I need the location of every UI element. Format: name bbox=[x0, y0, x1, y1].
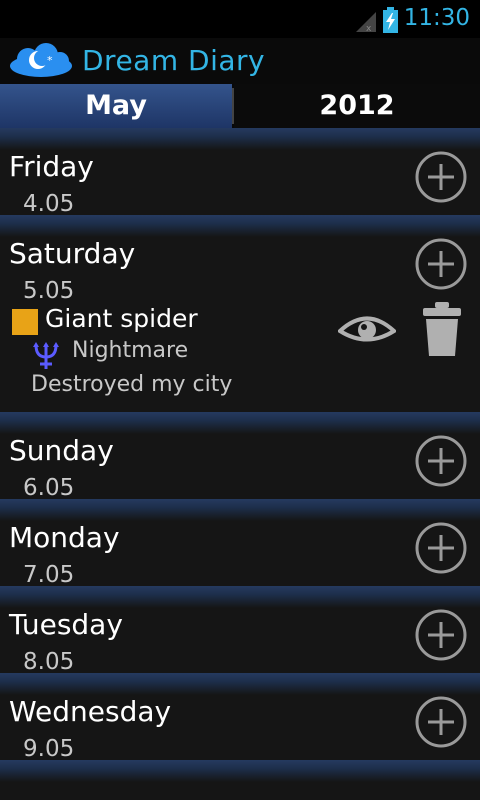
day-name: Tuesday bbox=[9, 608, 123, 641]
status-bar: x 11:30 bbox=[0, 0, 480, 38]
day-name: Friday bbox=[9, 150, 94, 183]
day-date: 4.05 bbox=[23, 191, 75, 217]
add-dream-button[interactable] bbox=[414, 237, 468, 291]
eye-icon[interactable] bbox=[338, 314, 396, 346]
add-dream-button[interactable] bbox=[414, 695, 468, 749]
divider bbox=[0, 586, 480, 608]
day-entry: Saturday 5.05 Giant spider Nightmare Des… bbox=[0, 237, 480, 412]
signal-icon: x bbox=[356, 12, 376, 32]
date-tabs: May 2012 bbox=[0, 84, 480, 129]
day-date: 9.05 bbox=[23, 736, 75, 762]
add-dream-button[interactable] bbox=[414, 521, 468, 575]
day-date: 8.05 bbox=[23, 649, 75, 675]
app-title: Dream Diary bbox=[82, 44, 266, 77]
day-name: Wednesday bbox=[9, 695, 172, 728]
status-time: 11:30 bbox=[403, 5, 470, 31]
tab-month[interactable]: May bbox=[0, 84, 232, 128]
add-dream-button[interactable] bbox=[414, 608, 468, 662]
divider bbox=[0, 760, 480, 782]
dream-item[interactable]: Giant spider Nightmare Destroyed my city bbox=[0, 302, 480, 412]
add-dream-button[interactable] bbox=[414, 150, 468, 204]
day-date: 6.05 bbox=[23, 475, 75, 501]
add-dream-button[interactable] bbox=[414, 434, 468, 488]
divider bbox=[0, 499, 480, 521]
battery-charging-icon bbox=[383, 7, 398, 33]
day-entry: Wednesday 9.05 bbox=[0, 695, 480, 762]
day-entry: Tuesday 8.05 bbox=[0, 608, 480, 675]
divider bbox=[0, 412, 480, 434]
dream-title: Giant spider bbox=[45, 304, 198, 333]
dream-category: Nightmare bbox=[72, 338, 189, 363]
day-name: Saturday bbox=[9, 237, 136, 270]
day-entry: Friday 4.05 bbox=[0, 150, 480, 217]
day-date: 5.05 bbox=[23, 278, 75, 304]
trash-icon[interactable] bbox=[421, 302, 463, 356]
trident-icon bbox=[33, 342, 59, 369]
day-name: Monday bbox=[9, 521, 120, 554]
divider bbox=[0, 215, 480, 237]
day-entry: Sunday 6.05 bbox=[0, 434, 480, 501]
action-bar: * Dream Diary bbox=[0, 38, 480, 84]
tab-year[interactable]: 2012 bbox=[234, 84, 480, 128]
svg-text:x: x bbox=[366, 24, 372, 32]
dream-color-swatch bbox=[12, 309, 38, 335]
day-entry: Monday 7.05 bbox=[0, 521, 480, 588]
day-name: Sunday bbox=[9, 434, 114, 467]
divider bbox=[0, 128, 480, 150]
day-list: Friday 4.05 Saturday 5.05 Giant spider N… bbox=[0, 128, 480, 800]
divider bbox=[0, 673, 480, 695]
svg-text:*: * bbox=[47, 54, 53, 67]
day-date: 7.05 bbox=[23, 562, 75, 588]
cloud-moon-logo-icon: * bbox=[10, 43, 72, 77]
dream-description: Destroyed my city bbox=[31, 372, 233, 397]
